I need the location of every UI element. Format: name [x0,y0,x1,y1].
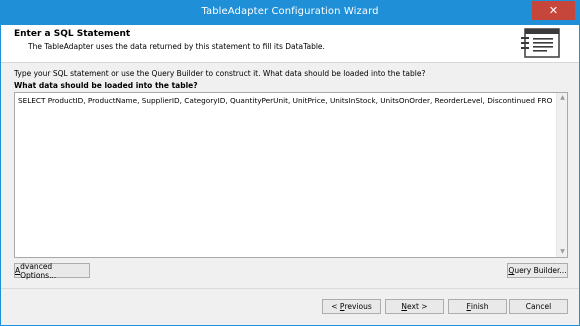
footer-divider [1,288,579,289]
instruction-text: Type your SQL statement or use the Query… [14,69,426,78]
page-title: Enter a SQL Statement [14,29,131,39]
wizard-header: Enter a SQL Statement The TableAdapter u… [1,25,579,63]
vertical-scrollbar[interactable]: ▲ ▼ [556,93,567,257]
next-button[interactable]: Next > [385,299,444,314]
sql-statement-text[interactable]: SELECT ProductID, ProductName, SupplierI… [18,96,553,105]
chevron-down-icon[interactable]: ▼ [557,247,568,257]
window-title: TableAdapter Configuration Wizard [201,6,379,17]
close-icon: ✕ [548,4,559,17]
advanced-options-button[interactable]: Advanced Options... [14,262,90,280]
finish-button[interactable]: Finish [448,299,507,314]
previous-button[interactable]: < Previous [322,299,381,314]
page-subtitle: The TableAdapter uses the data returned … [28,42,325,51]
chevron-up-icon[interactable]: ▲ [557,93,568,103]
cancel-button[interactable]: Cancel [509,299,568,314]
sql-statement-textarea[interactable]: SELECT ProductID, ProductName, SupplierI… [14,92,568,258]
sql-field-label: What data should be loaded into the tabl… [14,81,198,90]
sql-statement-icon [521,28,560,58]
wizard-window: TableAdapter Configuration Wizard ✕ Ente… [0,0,580,326]
query-builder-button[interactable]: Query Builder... [507,263,568,278]
title-bar[interactable]: TableAdapter Configuration Wizard ✕ [1,1,579,25]
close-button[interactable]: ✕ [532,1,575,20]
